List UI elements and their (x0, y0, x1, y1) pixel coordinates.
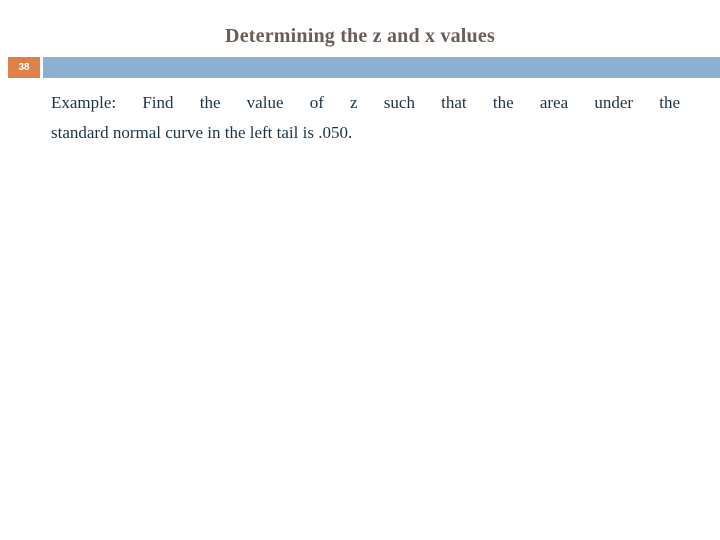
body-content: Example: Find the value of z such that t… (51, 88, 680, 148)
slide-number-badge: 38 (8, 57, 40, 78)
slide: Determining the z and x values 38 Exampl… (0, 0, 720, 540)
slide-banner: 38 (0, 57, 720, 78)
banner-rule (43, 57, 720, 78)
example-paragraph-line-2: standard normal curve in the left tail i… (51, 123, 353, 142)
example-paragraph: Example: Find the value of z such that t… (51, 88, 680, 148)
page-title: Determining the z and x values (225, 25, 495, 47)
example-paragraph-line-1: Example: Find the value of z such that t… (51, 93, 680, 112)
